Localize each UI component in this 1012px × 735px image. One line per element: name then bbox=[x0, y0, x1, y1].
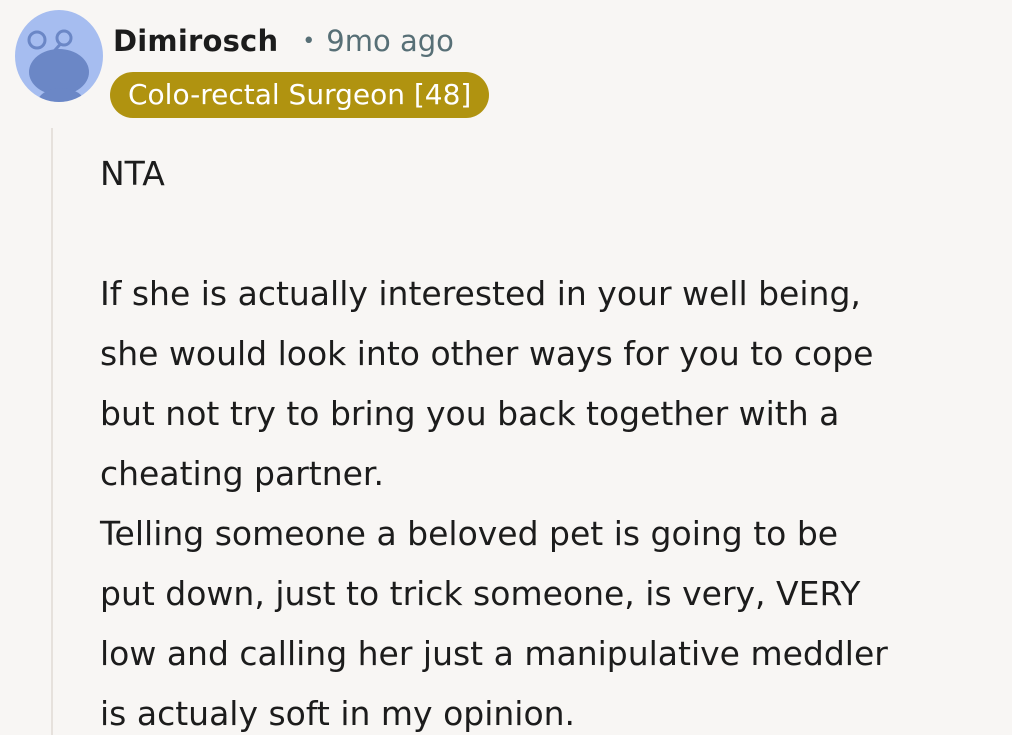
comment-line-verdict: NTA bbox=[100, 154, 165, 193]
comment-body: NTA If she is actually interested in you… bbox=[100, 144, 1000, 735]
comment-paragraph: If she is actually interested in your we… bbox=[100, 274, 874, 493]
thread-line[interactable] bbox=[51, 128, 53, 735]
timestamp[interactable]: 9mo ago bbox=[326, 24, 454, 58]
avatar[interactable] bbox=[15, 10, 103, 102]
reddit-snoo-avatar-icon bbox=[27, 29, 89, 102]
comment-header: Dimirosch • 9mo ago bbox=[113, 18, 454, 64]
separator-dot: • bbox=[302, 28, 316, 54]
comment-paragraph: Telling someone a beloved pet is going t… bbox=[100, 514, 888, 733]
user-flair: Colo-rectal Surgeon [48] bbox=[110, 72, 490, 118]
username[interactable]: Dimirosch bbox=[113, 24, 278, 58]
